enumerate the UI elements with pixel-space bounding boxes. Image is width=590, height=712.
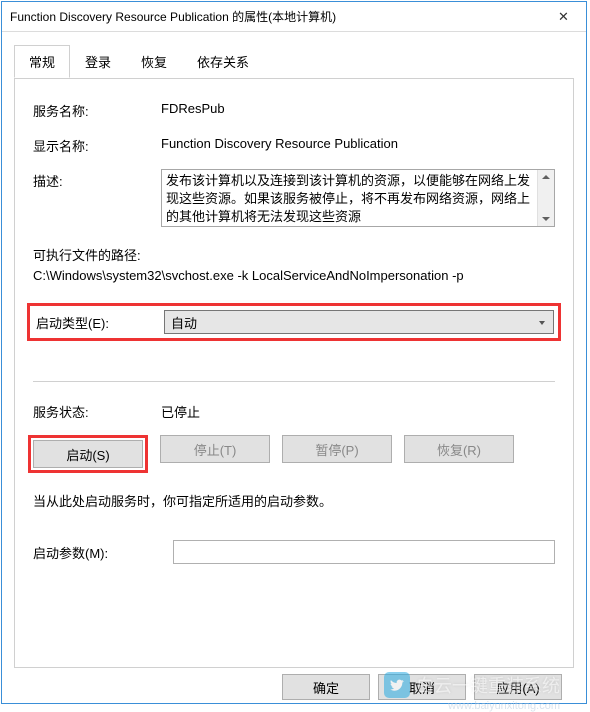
tab-dependencies[interactable]: 依存关系: [182, 45, 264, 78]
tab-general[interactable]: 常规: [14, 45, 70, 78]
titlebar[interactable]: Function Discovery Resource Publication …: [2, 2, 586, 32]
pause-button: 暂停(P): [282, 435, 392, 463]
startup-type-highlight: 启动类型(E): 自动: [27, 303, 561, 341]
scrollbar[interactable]: [537, 170, 554, 226]
dialog-footer: 确定 取消 应用(A): [14, 668, 574, 700]
window-title: Function Discovery Resource Publication …: [10, 8, 541, 25]
startup-type-label: 启动类型(E):: [34, 313, 164, 332]
cancel-button[interactable]: 取消: [378, 674, 466, 700]
start-params-label: 启动参数(M):: [33, 543, 173, 562]
tab-logon[interactable]: 登录: [70, 45, 126, 78]
ok-button[interactable]: 确定: [282, 674, 370, 700]
description-text: 发布该计算机以及连接到该计算机的资源，以便能够在网络上发现这些资源。如果该服务被…: [166, 172, 550, 226]
display-name-label: 显示名称:: [33, 134, 161, 155]
tabs: 常规 登录 恢复 依存关系: [14, 45, 574, 79]
start-button-highlight: 启动(S): [28, 435, 148, 473]
display-name-value: Function Discovery Resource Publication: [161, 134, 555, 151]
tab-recovery[interactable]: 恢复: [126, 45, 182, 78]
service-status-value: 已停止: [161, 400, 555, 421]
startup-type-combobox[interactable]: 自动: [164, 310, 554, 334]
resume-button: 恢复(R): [404, 435, 514, 463]
stop-button: 停止(T): [160, 435, 270, 463]
close-icon: ✕: [558, 9, 569, 25]
properties-window: Function Discovery Resource Publication …: [1, 1, 587, 704]
start-button[interactable]: 启动(S): [33, 440, 143, 468]
close-button[interactable]: ✕: [541, 2, 586, 31]
service-name-value: FDResPub: [161, 99, 555, 116]
watermark-url: www.baiyunxitong.com: [448, 700, 560, 712]
start-params-hint: 当从此处启动服务时，你可指定所适用的启动参数。: [33, 491, 555, 510]
start-params-input[interactable]: [173, 540, 555, 564]
exe-path-label: 可执行文件的路径:: [33, 245, 555, 264]
description-label: 描述:: [33, 169, 161, 190]
service-status-label: 服务状态:: [33, 400, 161, 421]
description-textarea[interactable]: 发布该计算机以及连接到该计算机的资源，以便能够在网络上发现这些资源。如果该服务被…: [161, 169, 555, 227]
service-name-label: 服务名称:: [33, 99, 161, 120]
apply-button[interactable]: 应用(A): [474, 674, 562, 700]
exe-path-value: C:\Windows\system32\svchost.exe -k Local…: [33, 268, 555, 283]
startup-type-value: 自动: [171, 313, 197, 332]
divider: [33, 381, 555, 382]
tab-panel-general: 服务名称: FDResPub 显示名称: Function Discovery …: [14, 78, 574, 668]
